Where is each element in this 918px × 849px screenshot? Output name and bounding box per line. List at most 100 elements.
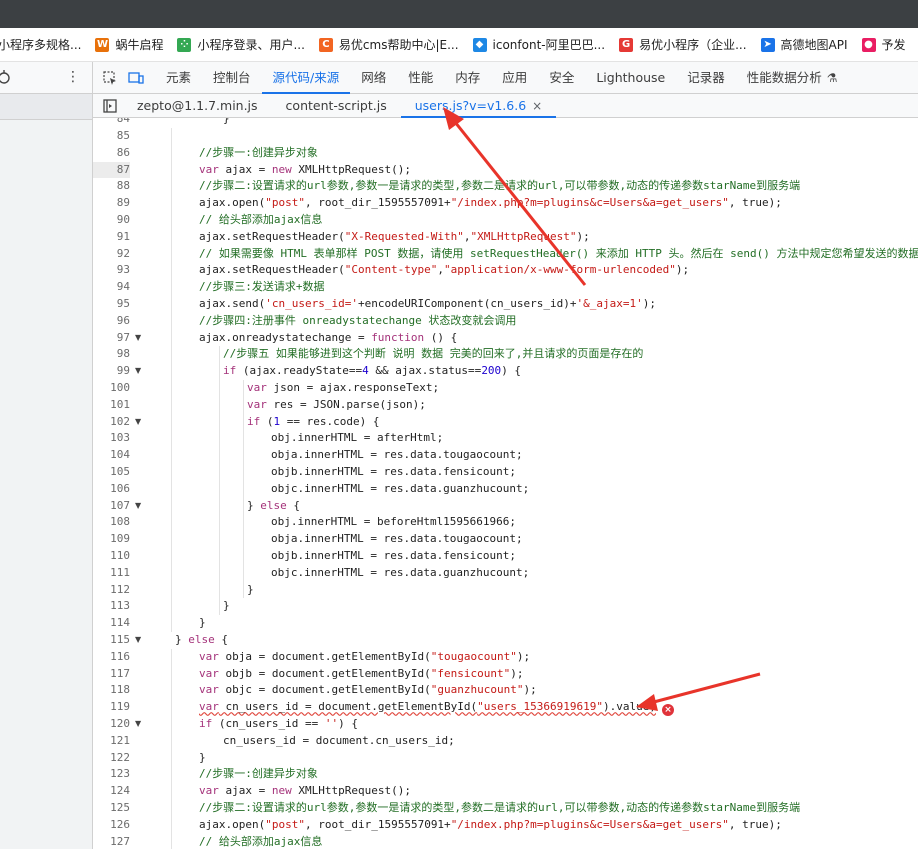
line-number[interactable]: 118 xyxy=(93,682,130,699)
line-number[interactable]: 104 xyxy=(93,447,130,464)
code-line[interactable] xyxy=(151,128,918,145)
line-number[interactable]: 103 xyxy=(93,430,130,447)
bookmark-item[interactable]: G 易优小程序（企业... xyxy=(619,36,747,53)
code-line[interactable]: //步骤二:设置请求的url参数,参数一是请求的类型,参数二是请求的url,可以… xyxy=(151,800,918,817)
code-line[interactable]: obja.innerHTML = res.data.tougaocount; xyxy=(151,447,918,464)
line-number[interactable]: 109 xyxy=(93,531,130,548)
line-number[interactable]: 89 xyxy=(93,195,130,212)
code-line[interactable]: var objc = document.getElementById("guan… xyxy=(151,682,918,699)
toggle-navigator-icon[interactable] xyxy=(97,94,123,118)
code-line[interactable]: objb.innerHTML = res.data.fensicount; xyxy=(151,464,918,481)
fold-arrow-icon[interactable]: ▼ xyxy=(135,632,141,649)
code-line[interactable]: } else { xyxy=(151,498,918,515)
file-tab[interactable]: users.js?v=v1.6.6 × xyxy=(400,94,557,118)
code-line[interactable]: //步骤二:设置请求的url参数,参数一是请求的类型,参数二是请求的url,可以… xyxy=(151,178,918,195)
code-line[interactable]: } xyxy=(151,582,918,599)
line-number[interactable]: 117 xyxy=(93,666,130,683)
line-number[interactable]: 100 xyxy=(93,380,130,397)
code-line[interactable]: } xyxy=(151,750,918,767)
code-line[interactable]: } xyxy=(151,598,918,615)
code-line[interactable]: var cn_users_id = document.getElementByI… xyxy=(151,699,918,717)
code-line[interactable]: var res = JSON.parse(json); xyxy=(151,397,918,414)
devtools-tab[interactable]: 控制台 xyxy=(202,62,262,94)
line-number[interactable]: 88 xyxy=(93,178,130,195)
line-number[interactable]: 96 xyxy=(93,313,130,330)
line-number[interactable]: 126 xyxy=(93,817,130,834)
code-line[interactable]: //步骤四:注册事件 onreadystatechange 状态改变就会调用 xyxy=(151,313,918,330)
line-number[interactable]: 94 xyxy=(93,279,130,296)
line-number[interactable]: 110 xyxy=(93,548,130,565)
devtools-tab[interactable]: 性能 xyxy=(397,62,444,94)
line-number[interactable]: 90 xyxy=(93,212,130,229)
bookmark-item[interactable]: ➤ 高德地图API xyxy=(760,36,848,53)
line-number[interactable]: 93 xyxy=(93,262,130,279)
line-number[interactable]: 95 xyxy=(93,296,130,313)
error-icon[interactable]: × xyxy=(661,704,674,717)
fold-arrow-icon[interactable]: ▼ xyxy=(135,414,141,431)
line-number[interactable]: 125 xyxy=(93,800,130,817)
code-line[interactable]: ajax.setRequestHeader("Content-type","ap… xyxy=(151,262,918,279)
devtools-tab[interactable]: 网络 xyxy=(350,62,397,94)
code-line[interactable]: ajax.open("post", root_dir_1595557091+"/… xyxy=(151,195,918,212)
line-number[interactable]: 102 xyxy=(93,414,130,431)
code-line[interactable]: cn_users_id = document.cn_users_id; xyxy=(151,733,918,750)
devtools-tab[interactable]: Lighthouse xyxy=(585,62,676,94)
fold-arrow-icon[interactable]: ▼ xyxy=(135,498,141,515)
bookmark-item[interactable]: ⁘ 小程序登录、用户... xyxy=(177,36,305,53)
code-line[interactable]: var ajax = new XMLHttpRequest(); xyxy=(151,783,918,800)
code-editor[interactable]: 84 85 86 87 88 89 90 91 92 93 94 95 96 97 ▼ 98 99 ▼ 100 101… xyxy=(93,118,918,849)
line-number[interactable]: 114 xyxy=(93,615,130,632)
code-line[interactable]: // 给头部添加ajax信息 xyxy=(151,834,918,849)
code-line[interactable]: objb.innerHTML = res.data.fensicount; xyxy=(151,548,918,565)
line-number[interactable]: 113 xyxy=(93,598,130,615)
devtools-tab[interactable]: 源代码/来源 xyxy=(261,62,351,94)
line-number[interactable]: 107 xyxy=(93,498,130,515)
code-area[interactable]: } //步骤一:创建异步对象 var ajax = new XMLHttpReque… xyxy=(151,118,918,849)
code-line[interactable]: objc.innerHTML = res.data.guanzhucount; xyxy=(151,481,918,498)
line-number[interactable]: 116 xyxy=(93,649,130,666)
devtools-tab[interactable]: 记录器 xyxy=(676,62,736,94)
bookmark-item[interactable]: W 蜗牛启程 xyxy=(95,36,163,53)
fold-arrow-icon[interactable]: ▼ xyxy=(135,363,141,380)
close-tab-icon[interactable]: × xyxy=(532,99,542,113)
inspect-element-icon[interactable] xyxy=(97,62,123,94)
devtools-tab[interactable]: 性能数据分析 xyxy=(736,62,833,94)
code-line[interactable]: // 给头部添加ajax信息 xyxy=(151,212,918,229)
devtools-tab[interactable]: 元素 xyxy=(155,62,202,94)
line-number[interactable]: 127 xyxy=(93,834,130,849)
code-line[interactable]: ajax.open("post", root_dir_1595557091+"/… xyxy=(151,817,918,834)
code-line[interactable]: var json = ajax.responseText; xyxy=(151,380,918,397)
code-line[interactable]: } xyxy=(151,615,918,632)
line-number[interactable]: 101 xyxy=(93,397,130,414)
line-number[interactable]: 123 xyxy=(93,766,130,783)
code-line[interactable]: var objb = document.getElementById("fens… xyxy=(151,666,918,683)
line-number[interactable]: 97 xyxy=(93,330,130,347)
more-options-icon[interactable]: ⋮ xyxy=(66,68,80,86)
code-line[interactable]: //步骤一:创建异步对象 xyxy=(151,145,918,162)
code-line[interactable]: // 如果需要像 HTML 表单那样 POST 数据，请使用 setReques… xyxy=(151,246,918,263)
code-line[interactable]: var ajax = new XMLHttpRequest(); xyxy=(151,162,918,179)
line-number[interactable]: 87 xyxy=(93,161,130,179)
fold-arrow-icon[interactable]: ▼ xyxy=(135,716,141,733)
line-number[interactable]: 121 xyxy=(93,733,130,750)
bookmark-item[interactable]: ◆ iconfont-阿里巴巴... xyxy=(472,36,605,53)
code-line[interactable]: var obja = document.getElementById("toug… xyxy=(151,649,918,666)
line-number[interactable]: 108 xyxy=(93,514,130,531)
line-number[interactable]: 119 xyxy=(93,699,130,716)
code-line[interactable]: if (1 == res.code) { xyxy=(151,414,918,431)
code-line[interactable]: ajax.setRequestHeader("X-Requested-With"… xyxy=(151,229,918,246)
fold-arrow-icon[interactable]: ▼ xyxy=(135,330,141,347)
code-line[interactable]: obja.innerHTML = res.data.tougaocount; xyxy=(151,531,918,548)
code-line[interactable]: //步骤五 如果能够进到这个判断 说明 数据 完美的回来了,并且请求的页面是存在… xyxy=(151,346,918,363)
line-number[interactable]: 112 xyxy=(93,582,130,599)
line-number[interactable]: 105 xyxy=(93,464,130,481)
code-line[interactable]: ajax.send('cn_users_id='+encodeURICompon… xyxy=(151,296,918,313)
device-sync-icon[interactable] xyxy=(0,70,12,86)
line-number[interactable]: 92 xyxy=(93,246,130,263)
file-tab[interactable]: zepto@1.1.7.min.js xyxy=(123,94,272,118)
line-number[interactable]: 98 xyxy=(93,346,130,363)
code-line[interactable]: ajax.onreadystatechange = function () { xyxy=(151,330,918,347)
devtools-tab[interactable]: 内存 xyxy=(444,62,491,94)
code-line[interactable]: obj.innerHTML = afterHtml; xyxy=(151,430,918,447)
left-panel-selected-row[interactable] xyxy=(0,94,92,120)
